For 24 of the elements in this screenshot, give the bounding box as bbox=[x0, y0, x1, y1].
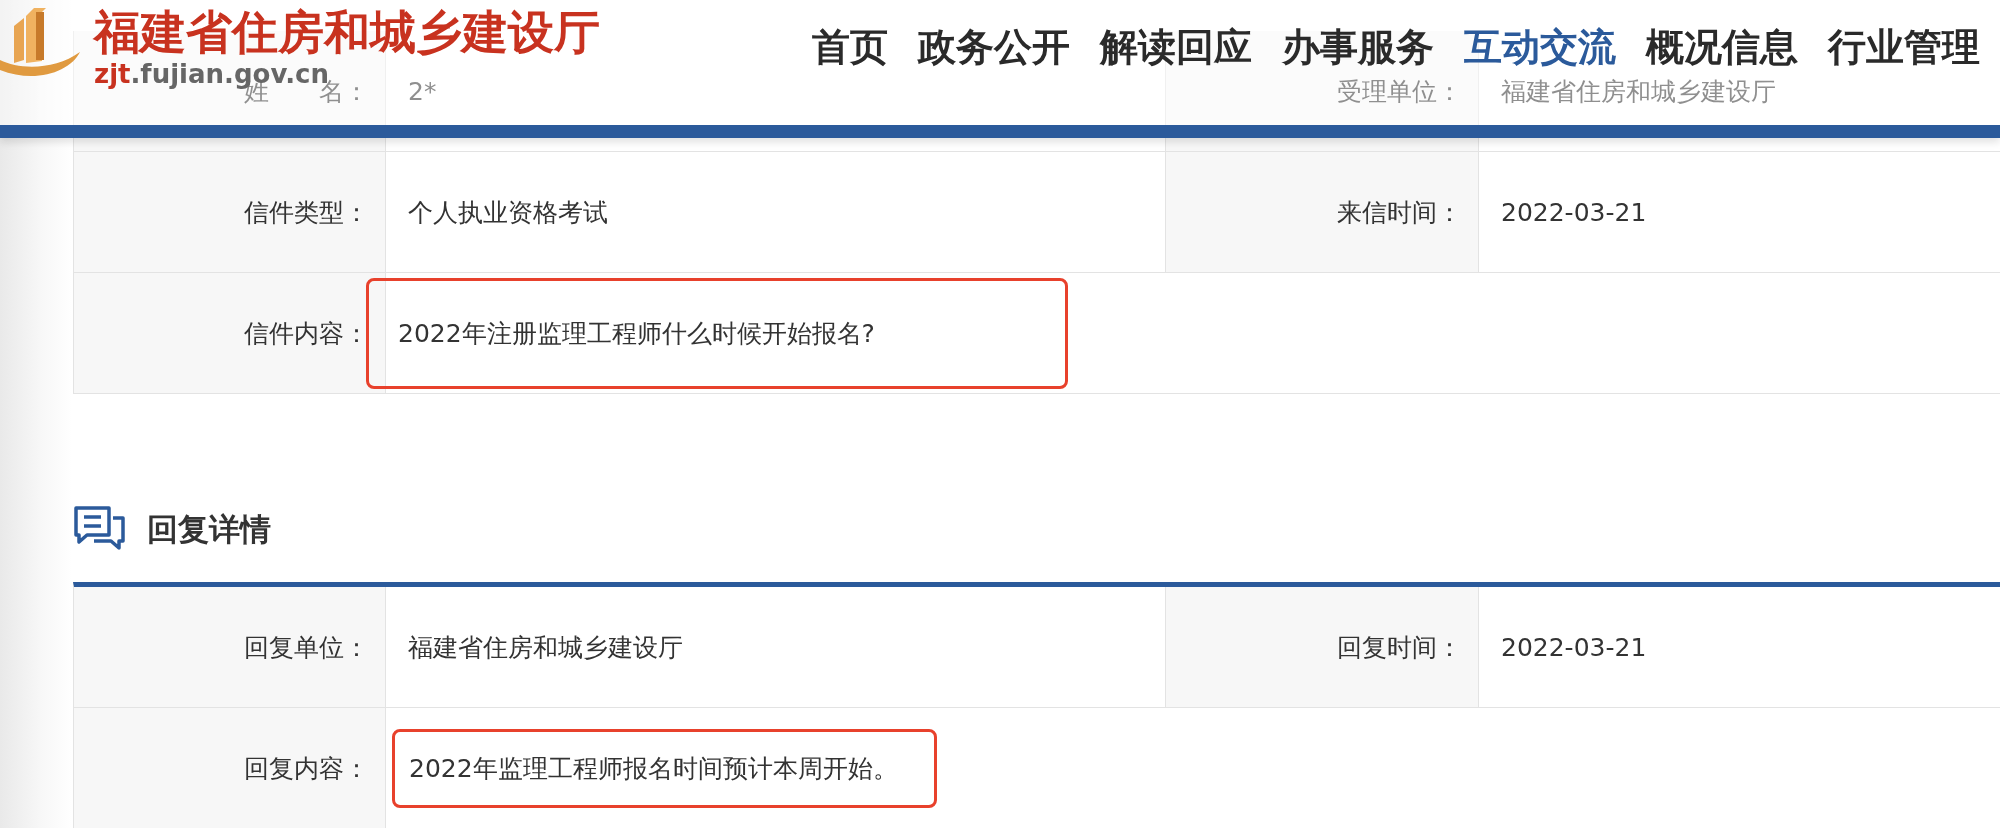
section-title: 回复详情 bbox=[147, 510, 271, 549]
highlighted-value: 2022年监理工程师报名时间预计本周开始。 bbox=[392, 728, 937, 808]
field-label: 回复时间： bbox=[1337, 631, 1462, 664]
field-value: 2* bbox=[408, 76, 437, 106]
field-value: 福建省住房和城乡建设厅 bbox=[1501, 75, 1776, 108]
field-label: 受理单位： bbox=[1337, 75, 1462, 108]
field-label: 信件内容： bbox=[244, 317, 369, 350]
nav-link[interactable]: 办事服务 bbox=[1282, 22, 1434, 73]
field-value: 2022-03-21 bbox=[1501, 197, 1647, 227]
field-label: 回复单位： bbox=[244, 631, 369, 664]
nav-link[interactable]: 首页 bbox=[812, 22, 888, 73]
nav-link[interactable]: 政务公开 bbox=[918, 22, 1070, 73]
field-label: 来信时间： bbox=[1337, 196, 1462, 229]
field-value: 福建省住房和城乡建设厅 bbox=[408, 631, 683, 664]
field-value: 个人执业资格考试 bbox=[408, 196, 608, 229]
field-label: 回复内容： bbox=[244, 752, 369, 785]
field-value: 2022-03-21 bbox=[1501, 632, 1647, 662]
field-label: 信件类型： bbox=[244, 196, 369, 229]
nav-link[interactable]: 互动交流 bbox=[1464, 22, 1616, 73]
nav-link[interactable]: 解读回应 bbox=[1100, 22, 1252, 73]
highlighted-value: 2022年注册监理工程师什么时候开始报名? bbox=[366, 277, 1068, 389]
nav-link[interactable]: 概况信息 bbox=[1646, 22, 1798, 73]
nav-link[interactable]: 行业管理 bbox=[1828, 22, 1980, 73]
site-name: 福建省住房和城乡建设厅 bbox=[94, 4, 600, 60]
